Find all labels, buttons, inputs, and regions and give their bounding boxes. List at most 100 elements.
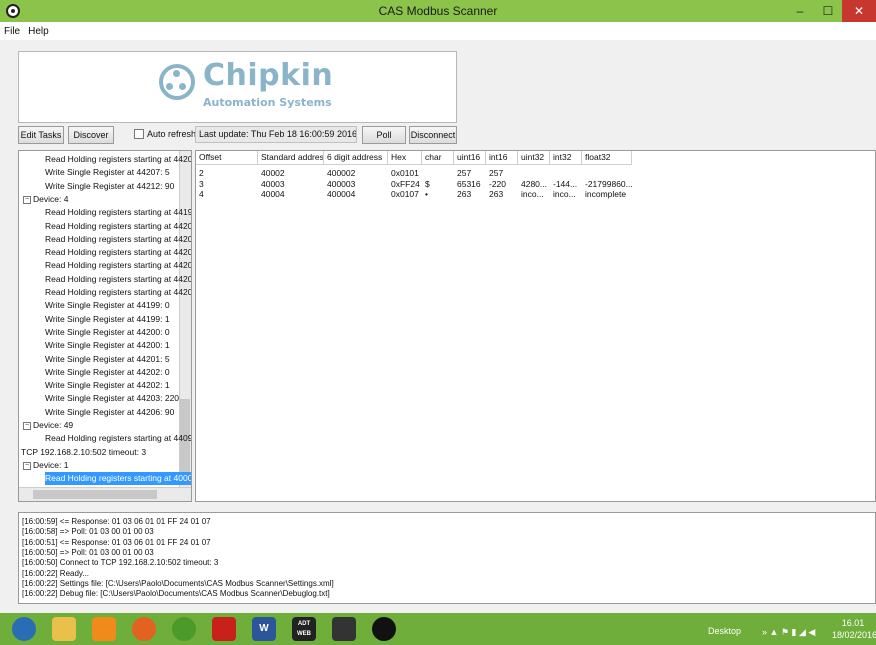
minimize-button[interactable]: – xyxy=(786,0,814,22)
tree-item[interactable]: Write Single Register at 44199: 1 xyxy=(45,313,170,326)
tree-item[interactable]: Write Single Register at 44202: 0 xyxy=(45,366,170,379)
tree-item[interactable]: − Device: 4 xyxy=(23,193,68,206)
tree-item[interactable]: Read Holding registers starting at 40002… xyxy=(45,472,191,486)
grid-cell[interactable]: • xyxy=(422,189,454,200)
network-tool-icon[interactable] xyxy=(172,617,196,641)
grid-cell[interactable]: 0xFF24 xyxy=(388,179,422,190)
grid-cell[interactable]: 4 xyxy=(196,189,258,200)
grid-cell[interactable]: 3 xyxy=(196,179,258,190)
desktop-toolbar-label[interactable]: Desktop xyxy=(708,626,741,636)
word-icon[interactable]: W xyxy=(252,617,276,641)
column-header[interactable]: float32 xyxy=(582,151,632,165)
grid-cell[interactable]: 257 xyxy=(486,168,518,179)
vlc-icon[interactable] xyxy=(92,617,116,641)
log-line: [16:00:22] Ready... xyxy=(22,568,90,578)
grid-cell[interactable]: 40004 xyxy=(258,189,324,200)
grid-cell[interactable]: 400003 xyxy=(324,179,388,190)
tree-item[interactable]: Write Single Register at 44202: 1 xyxy=(45,379,170,392)
tree-item[interactable]: Read Holding registers starting at 44201… xyxy=(45,233,191,246)
grid-cell[interactable]: 40002 xyxy=(258,168,324,179)
clock-date[interactable]: 18/02/2016 xyxy=(832,630,876,640)
grid-cell[interactable]: inco... xyxy=(518,189,550,200)
tree-item[interactable]: Write Single Register at 44207: 5 xyxy=(45,166,170,179)
grid-cell[interactable] xyxy=(518,168,550,179)
grid-cell[interactable]: 400004 xyxy=(324,189,388,200)
tree-item[interactable]: Write Single Register at 44201: 5 xyxy=(45,353,170,366)
grid-cell[interactable] xyxy=(422,168,454,179)
disconnect-button[interactable]: Disconnect xyxy=(409,126,457,144)
collapse-toggle-icon[interactable]: − xyxy=(23,195,31,204)
discover-button[interactable]: Discover xyxy=(68,126,114,144)
grid-cell[interactable]: 400002 xyxy=(324,168,388,179)
grid-cell[interactable]: inco... xyxy=(550,189,582,200)
adt-web-icon[interactable]: ADT WEB xyxy=(292,617,316,641)
tree-horizontal-scrollbar[interactable] xyxy=(19,487,191,501)
grid-cell[interactable]: 65316 xyxy=(454,179,486,190)
tree-item[interactable]: Write Single Register at 44203: 220 xyxy=(45,392,179,405)
acrobat-icon[interactable] xyxy=(212,617,236,641)
grid-cell[interactable]: 263 xyxy=(486,189,518,200)
tree-item[interactable]: Read Holding registers starting at 44205… xyxy=(45,286,191,299)
edit-tasks-button[interactable]: Edit Tasks xyxy=(18,126,64,144)
log-panel[interactable]: [16:00:59] <= Response: 01 03 06 01 01 F… xyxy=(18,512,876,604)
grid-cell[interactable]: 40003 xyxy=(258,179,324,190)
maximize-button[interactable]: ☐ xyxy=(814,0,842,22)
column-header[interactable]: 6 digit address xyxy=(324,151,388,165)
grid-cell[interactable]: incomplete xyxy=(582,189,652,200)
collapse-toggle-icon[interactable]: − xyxy=(23,421,31,430)
grid-cell[interactable] xyxy=(582,168,652,179)
tray-icons[interactable]: » ▲ ⚑ ▮ ◢ ◀ xyxy=(762,627,815,638)
poll-button[interactable]: Poll xyxy=(362,126,406,144)
start-icon[interactable] xyxy=(12,617,36,641)
grid-cell[interactable]: 0x0107 xyxy=(388,189,422,200)
tree-item[interactable]: Write Single Register at 44199: 0 xyxy=(45,299,170,312)
tree-item[interactable]: Read Holding registers starting at 44199… xyxy=(45,206,191,219)
auto-refresh-checkbox[interactable]: Auto refresh xyxy=(134,129,196,139)
register-grid[interactable]: Offset Standard address 6 digit address Hex… xyxy=(195,150,876,502)
close-button[interactable]: ✕ xyxy=(842,0,876,22)
clock-time[interactable]: 16.01 xyxy=(834,618,872,628)
grid-cell[interactable]: 0x0101 xyxy=(388,168,422,179)
grid-cell[interactable]: 263 xyxy=(454,189,486,200)
tree-item[interactable]: Write Single Register at 44206: 90 xyxy=(45,406,174,419)
tree-item[interactable]: − Device: 49 xyxy=(23,419,73,432)
task-tree[interactable]: Read Holding registers starting at 44207… xyxy=(18,150,192,502)
grid-cell[interactable]: $ xyxy=(422,179,454,190)
tree-item[interactable]: Read Holding registers starting at 44202… xyxy=(45,246,191,259)
column-header[interactable]: Hex xyxy=(388,151,422,165)
file-explorer-icon[interactable] xyxy=(52,617,76,641)
tree-item[interactable]: Read Holding registers starting at 44200… xyxy=(45,220,191,233)
column-header[interactable]: int16 xyxy=(486,151,518,165)
tree-item[interactable]: Write Single Register at 44200: 1 xyxy=(45,339,170,352)
collapse-toggle-icon[interactable]: − xyxy=(23,461,31,470)
column-header[interactable]: int32 xyxy=(550,151,582,165)
grid-cell[interactable]: -144... xyxy=(550,179,582,190)
grid-cell[interactable]: 4280... xyxy=(518,179,550,190)
tree-item[interactable]: Read Holding registers starting at 44099… xyxy=(45,432,191,445)
column-header[interactable]: char xyxy=(422,151,454,165)
column-header[interactable]: uint16 xyxy=(454,151,486,165)
menu-file[interactable]: File xyxy=(4,26,20,37)
checkbox-box[interactable] xyxy=(134,129,144,139)
column-header[interactable]: uint32 xyxy=(518,151,550,165)
column-header[interactable]: Offset xyxy=(196,151,258,165)
scroll-thumb[interactable] xyxy=(33,490,157,499)
column-header[interactable]: Standard address xyxy=(258,151,324,165)
firefox-icon[interactable] xyxy=(132,617,156,641)
grid-cell[interactable]: 2 xyxy=(196,168,258,179)
tree-item[interactable]: Write Single Register at 44200: 0 xyxy=(45,326,170,339)
modbus-scanner-icon[interactable] xyxy=(372,617,396,641)
tree-item[interactable]: Write Single Register at 44212: 90 xyxy=(45,180,174,193)
tree-item[interactable]: Read Holding registers starting at 44207… xyxy=(45,153,191,166)
grid-cell[interactable] xyxy=(550,168,582,179)
grid-cell[interactable]: -21799860... xyxy=(582,179,652,190)
tree-item[interactable]: TCP 192.168.2.10:502 timeout: 3 xyxy=(21,446,146,459)
grid-cell[interactable]: 257 xyxy=(454,168,486,179)
menu-help[interactable]: Help xyxy=(28,26,49,37)
terminal-icon[interactable] xyxy=(332,617,356,641)
tree-item[interactable]: Read Holding registers starting at 44203… xyxy=(45,259,191,272)
last-update-field: Last update: Thu Feb 18 16:00:59 2016 xyxy=(195,126,357,143)
tree-item[interactable]: − Device: 1 xyxy=(23,459,68,472)
grid-cell[interactable]: -220 xyxy=(486,179,518,190)
tree-item[interactable]: Read Holding registers starting at 44204… xyxy=(45,273,191,286)
